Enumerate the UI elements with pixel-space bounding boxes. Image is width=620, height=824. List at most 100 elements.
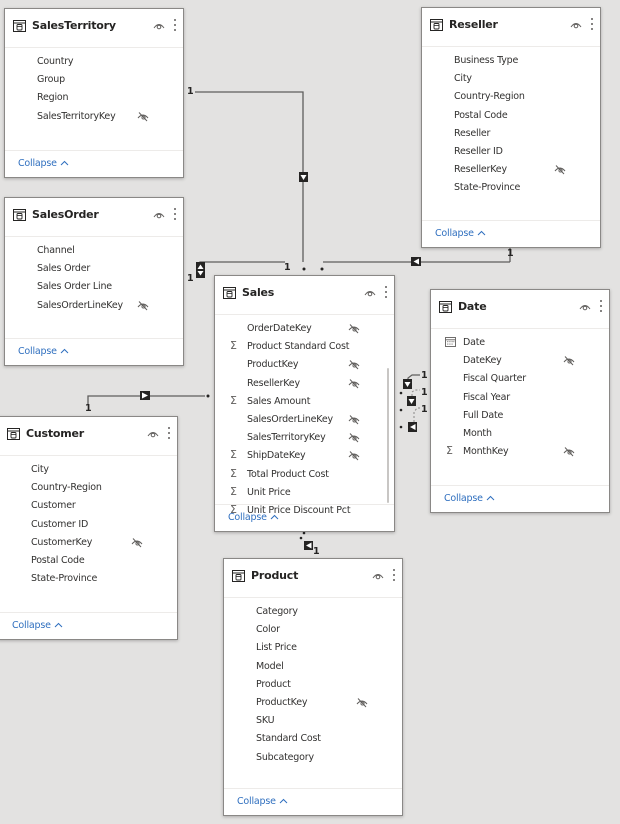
- table-icon: [223, 287, 236, 299]
- table-header[interactable]: SalesOrder: [5, 198, 183, 237]
- relationship-line-salesterritory-sales[interactable]: [195, 91, 304, 262]
- hidden-field-icon: [554, 165, 566, 175]
- field-item[interactable]: Full Date: [431, 407, 609, 425]
- field-item[interactable]: Postal Code: [422, 107, 600, 125]
- table-footer: Collapse: [431, 485, 609, 512]
- field-item[interactable]: Fiscal Year: [431, 389, 609, 407]
- visibility-eye-icon[interactable]: [372, 571, 384, 581]
- field-item[interactable]: Subcategory: [224, 749, 402, 767]
- field-item[interactable]: ResellerKey: [215, 375, 394, 393]
- chevron-up-icon: [60, 158, 69, 169]
- field-item[interactable]: Σ MonthKey: [431, 443, 609, 461]
- visibility-eye-icon[interactable]: [570, 20, 582, 30]
- relationship-line-date-sales-inactive[interactable]: [413, 407, 420, 422]
- table-card-customer[interactable]: Customer City Country-Region Customer Custom…: [0, 416, 178, 640]
- many-marker: [399, 408, 403, 412]
- field-item[interactable]: Σ ShipDateKey: [215, 447, 394, 465]
- field-item[interactable]: SalesTerritoryKey: [5, 108, 183, 126]
- relationship-line-salesorder-sales[interactable]: [199, 261, 285, 275]
- field-item[interactable]: ProductKey: [215, 356, 394, 374]
- field-item[interactable]: Σ Sales Amount: [215, 393, 394, 411]
- field-item[interactable]: SalesOrderLineKey: [215, 411, 394, 429]
- field-item[interactable]: Country-Region: [0, 479, 177, 497]
- field-item[interactable]: Reseller: [422, 125, 600, 143]
- more-options-icon[interactable]: [599, 299, 603, 313]
- visibility-eye-icon[interactable]: [147, 429, 159, 439]
- field-item[interactable]: DateKey: [431, 352, 609, 370]
- table-header[interactable]: Sales: [215, 276, 394, 315]
- field-name: Postal Code: [31, 555, 85, 566]
- field-item[interactable]: Fiscal Quarter: [431, 370, 609, 388]
- field-item[interactable]: Postal Code: [0, 552, 177, 570]
- field-item[interactable]: Channel: [5, 242, 183, 260]
- field-item[interactable]: Color: [224, 621, 402, 639]
- scrollbar[interactable]: [387, 368, 389, 503]
- field-name: ResellerKey: [454, 164, 507, 175]
- table-card-product[interactable]: Product Category Color List Price Model Produ…: [223, 558, 403, 816]
- field-item[interactable]: Country: [5, 53, 183, 71]
- visibility-eye-icon[interactable]: [153, 21, 165, 31]
- field-item[interactable]: Group: [5, 71, 183, 89]
- field-item[interactable]: Category: [224, 603, 402, 621]
- field-item[interactable]: Product: [224, 676, 402, 694]
- field-item[interactable]: CustomerKey: [0, 534, 177, 552]
- table-card-reseller[interactable]: Reseller Business Type City Country-Region P…: [421, 7, 601, 248]
- more-options-icon[interactable]: [384, 285, 388, 299]
- more-options-icon[interactable]: [590, 17, 594, 31]
- field-item[interactable]: Country-Region: [422, 88, 600, 106]
- field-item[interactable]: Σ Total Product Cost: [215, 466, 394, 484]
- collapse-button[interactable]: Collapse: [12, 620, 63, 631]
- field-name: Total Product Cost: [247, 469, 329, 480]
- visibility-eye-icon[interactable]: [153, 210, 165, 220]
- field-item[interactable]: SalesOrderLineKey: [5, 297, 183, 315]
- field-item[interactable]: Σ Product Standard Cost: [215, 338, 394, 356]
- relationship-line-date-sales-inactive[interactable]: [411, 389, 420, 396]
- hidden-field-icon: [348, 433, 360, 443]
- field-item[interactable]: Σ Unit Price: [215, 484, 394, 502]
- field-item[interactable]: Sales Order: [5, 260, 183, 278]
- table-header[interactable]: Date: [431, 290, 609, 329]
- field-item[interactable]: State-Province: [0, 570, 177, 588]
- table-footer: Collapse: [5, 150, 183, 177]
- table-card-date[interactable]: Date Date DateKey Fiscal Quarter Fiscal Year…: [430, 289, 610, 513]
- field-item[interactable]: List Price: [224, 639, 402, 657]
- visibility-eye-icon[interactable]: [579, 302, 591, 312]
- field-item[interactable]: Sales Order Line: [5, 278, 183, 296]
- field-item[interactable]: Reseller ID: [422, 143, 600, 161]
- table-header[interactable]: Customer: [0, 417, 177, 456]
- field-item[interactable]: Business Type: [422, 52, 600, 70]
- field-item[interactable]: SKU: [224, 712, 402, 730]
- field-item[interactable]: Date: [431, 334, 609, 352]
- field-item[interactable]: Standard Cost: [224, 730, 402, 748]
- many-marker: [206, 394, 210, 398]
- collapse-button[interactable]: Collapse: [237, 796, 288, 807]
- field-item[interactable]: Region: [5, 89, 183, 107]
- field-item[interactable]: Customer ID: [0, 516, 177, 534]
- table-card-sales[interactable]: Sales OrderDateKey Σ Product Standard Cost P…: [214, 275, 395, 532]
- more-options-icon[interactable]: [173, 18, 177, 32]
- field-item[interactable]: ResellerKey: [422, 161, 600, 179]
- field-item[interactable]: OrderDateKey: [215, 320, 394, 338]
- table-header[interactable]: Product: [224, 559, 402, 598]
- more-options-icon[interactable]: [167, 426, 171, 440]
- visibility-eye-icon[interactable]: [364, 288, 376, 298]
- more-options-icon[interactable]: [392, 568, 396, 582]
- collapse-button[interactable]: Collapse: [228, 512, 279, 523]
- table-header[interactable]: SalesTerritory: [5, 9, 183, 48]
- collapse-button[interactable]: Collapse: [18, 158, 69, 169]
- more-options-icon[interactable]: [173, 207, 177, 221]
- field-item[interactable]: City: [0, 461, 177, 479]
- table-card-salesorder[interactable]: SalesOrder Channel Sales Order Sales Order …: [4, 197, 184, 366]
- field-item[interactable]: State-Province: [422, 179, 600, 197]
- field-item[interactable]: SalesTerritoryKey: [215, 429, 394, 447]
- field-item[interactable]: City: [422, 70, 600, 88]
- collapse-button[interactable]: Collapse: [444, 493, 495, 504]
- collapse-button[interactable]: Collapse: [435, 228, 486, 239]
- collapse-button[interactable]: Collapse: [18, 346, 69, 357]
- field-item[interactable]: Model: [224, 658, 402, 676]
- field-item[interactable]: ProductKey: [224, 694, 402, 712]
- table-header[interactable]: Reseller: [422, 8, 600, 47]
- field-item[interactable]: Month: [431, 425, 609, 443]
- field-item[interactable]: Customer: [0, 497, 177, 515]
- table-card-salesterritory[interactable]: SalesTerritory Country Group Region SalesTer…: [4, 8, 184, 178]
